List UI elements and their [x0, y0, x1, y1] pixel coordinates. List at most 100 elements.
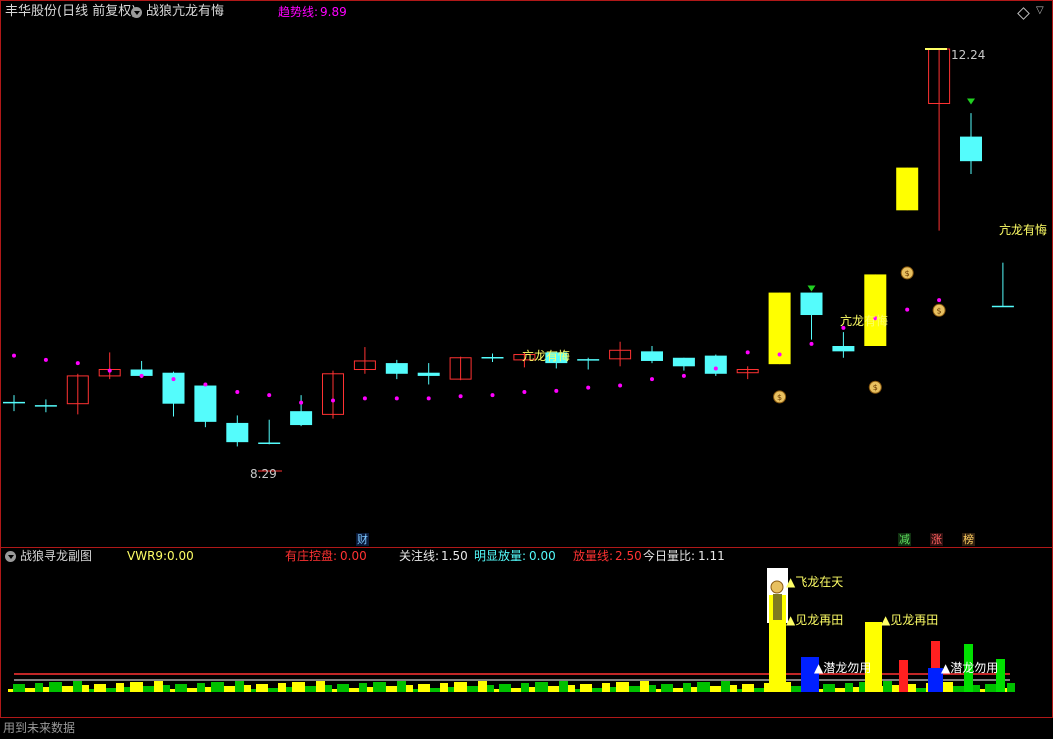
volume-block	[953, 686, 964, 692]
volume-block	[197, 683, 205, 692]
volume-block	[610, 687, 616, 692]
volume-block	[730, 685, 737, 692]
volume-block	[721, 681, 730, 692]
jianlong-bar	[865, 622, 882, 692]
money-bag-icon	[770, 580, 784, 594]
volume-block	[418, 684, 430, 692]
volume-block	[316, 681, 325, 692]
qianlong-label-1: 潜龙勿用	[823, 661, 872, 675]
volume-block	[835, 688, 845, 692]
volume-block	[649, 685, 656, 692]
volume-block	[853, 687, 859, 692]
volume-block	[89, 689, 94, 692]
volume-block	[244, 685, 251, 692]
qianlong-signal-1: ▲潜龙勿用	[814, 661, 872, 675]
volume-block	[640, 681, 649, 692]
volume-block	[511, 688, 521, 692]
volume-block	[883, 681, 892, 692]
volume-block	[325, 685, 332, 692]
volume-block	[124, 687, 130, 692]
volume-block	[349, 688, 359, 692]
volume-block	[175, 684, 187, 692]
volume-block	[499, 684, 511, 692]
volume-block	[656, 689, 661, 692]
volume-block	[754, 688, 764, 692]
jianlong-label-1: 见龙再田	[795, 613, 844, 627]
volume-block	[187, 688, 197, 692]
volume-block	[487, 685, 494, 692]
volume-block	[13, 684, 25, 692]
volume-block	[673, 688, 683, 692]
volume-block	[170, 689, 175, 692]
volume-block	[337, 684, 349, 692]
volume-block	[535, 682, 548, 692]
volume-block	[985, 684, 997, 692]
volume-block	[359, 683, 367, 692]
volume-block	[205, 687, 211, 692]
volume-block	[106, 688, 116, 692]
future-data-notice: 用到未来数据	[3, 721, 76, 735]
volume-block	[691, 687, 697, 692]
volume-block	[629, 686, 640, 692]
volume-block	[49, 682, 62, 692]
volume-block	[211, 682, 224, 692]
volume-block	[448, 687, 454, 692]
volume-block	[286, 687, 292, 692]
volume-block	[8, 689, 13, 692]
volume-block	[430, 688, 440, 692]
volume-block	[163, 685, 170, 692]
volume-block	[737, 689, 742, 692]
volume-block	[62, 686, 73, 692]
qianlong-label-2: 潜龙勿用	[950, 661, 999, 675]
volume-block	[575, 689, 580, 692]
volume-block	[454, 682, 467, 692]
volume-signal-chart	[8, 568, 1015, 692]
feilong-label: 飞龙在天	[795, 575, 844, 589]
volume-block	[845, 683, 853, 692]
volume-block	[373, 682, 386, 692]
volume-block	[602, 683, 610, 692]
volume-block	[278, 683, 286, 692]
volume-block	[130, 682, 143, 692]
volume-block	[440, 683, 448, 692]
volume-block	[592, 688, 602, 692]
volume-block	[116, 683, 124, 692]
volume-block	[661, 684, 673, 692]
volume-block	[332, 689, 337, 692]
volume-block	[292, 682, 305, 692]
volume-block	[25, 688, 35, 692]
qianlong-signal-2: ▲潜龙勿用	[941, 661, 999, 675]
red-volume-bar	[899, 660, 908, 692]
volume-block	[616, 682, 629, 692]
volume-block	[251, 689, 256, 692]
feilong-signal: ▲飞龙在天	[786, 575, 844, 589]
volume-block	[256, 684, 268, 692]
volume-block	[494, 689, 499, 692]
volume-block	[697, 682, 710, 692]
volume-block	[580, 684, 592, 692]
volume-block	[529, 687, 535, 692]
volume-block	[82, 685, 89, 692]
feilong-inner-bar	[773, 594, 782, 620]
volume-block	[478, 681, 487, 692]
volume-block	[980, 689, 985, 692]
volume-block	[973, 685, 980, 692]
volume-block	[683, 683, 691, 692]
volume-block	[742, 684, 754, 692]
volume-block	[397, 681, 406, 692]
volume-block	[73, 681, 82, 692]
volume-block	[154, 681, 163, 692]
volume-block	[916, 688, 926, 692]
volume-block	[568, 685, 575, 692]
volume-block	[823, 684, 835, 692]
volume-block	[235, 681, 244, 692]
volume-block	[710, 686, 721, 692]
volume-block	[413, 689, 418, 692]
volume-block	[521, 683, 529, 692]
volume-block	[367, 687, 373, 692]
volume-block	[386, 686, 397, 692]
volume-block	[305, 686, 316, 692]
volume-block	[406, 685, 413, 692]
jianlong-signal-2: ▲见龙再田	[881, 613, 939, 627]
volume-block	[559, 681, 568, 692]
